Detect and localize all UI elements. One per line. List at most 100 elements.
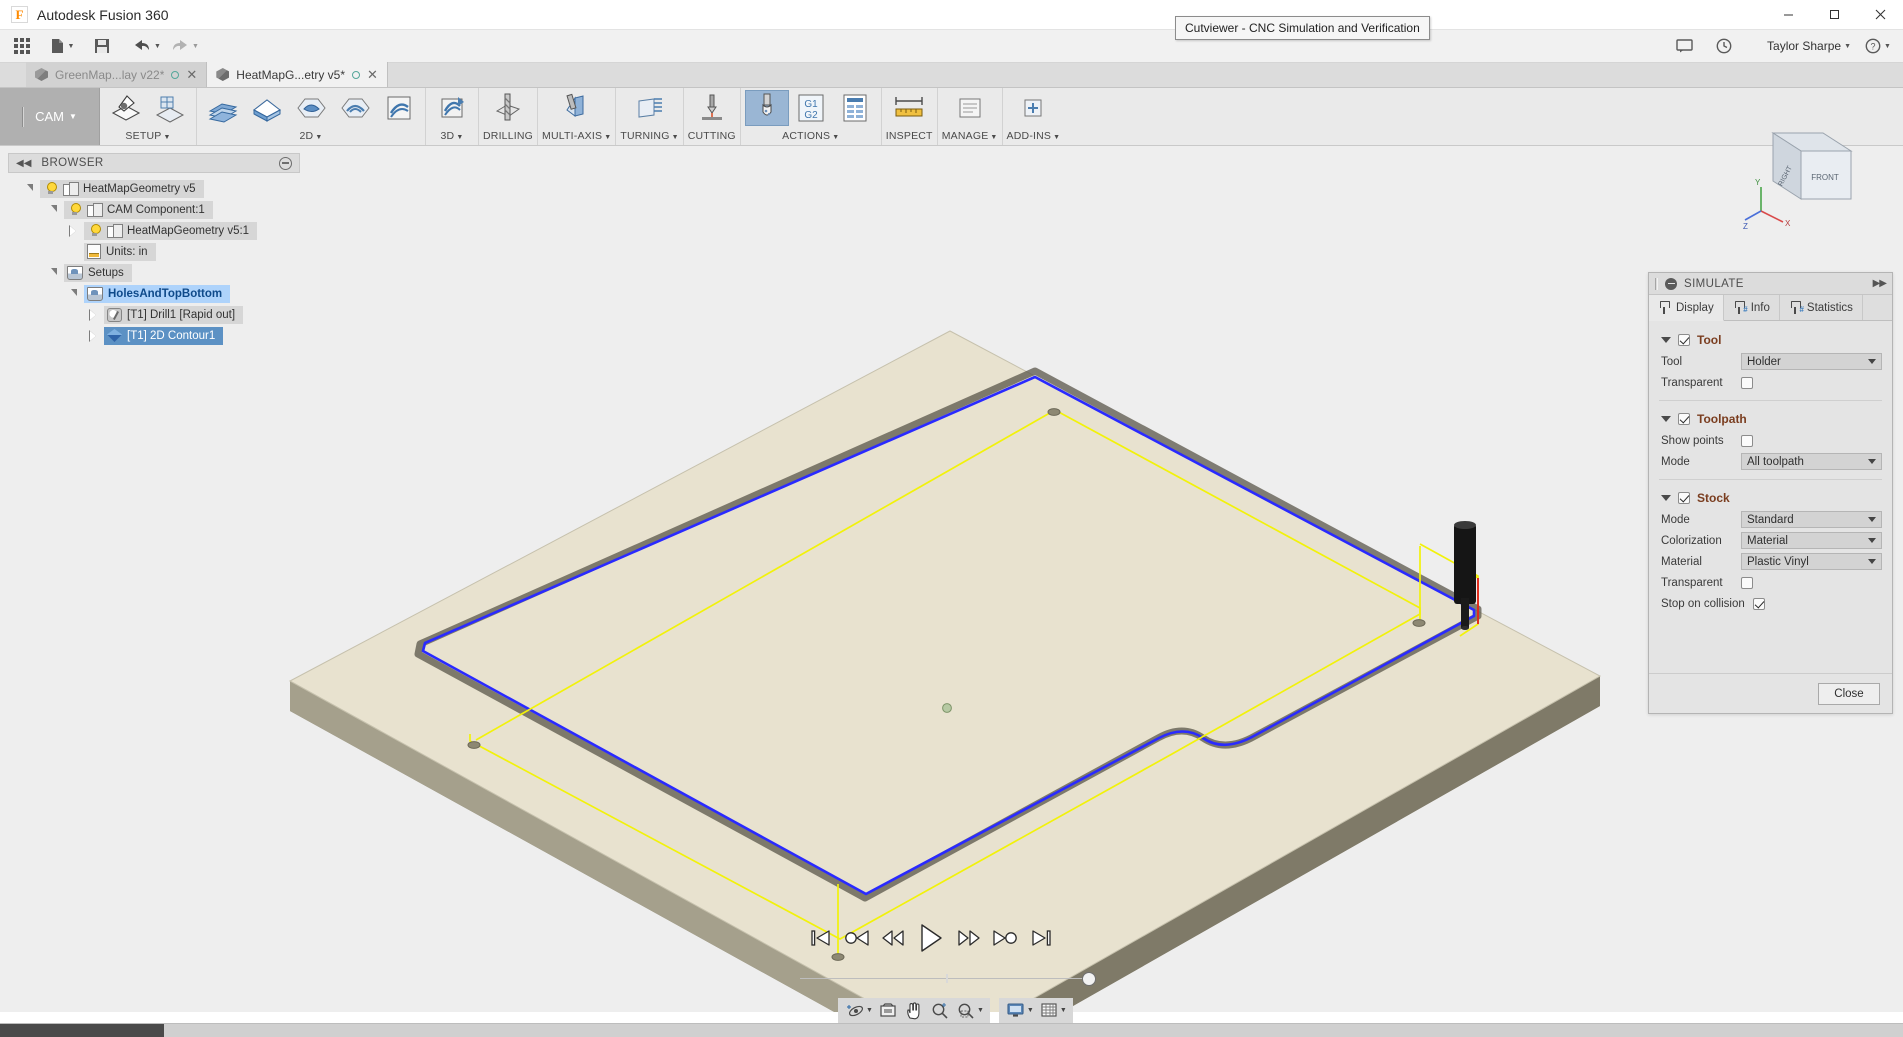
show-points-checkbox[interactable] [1741, 434, 1753, 447]
minimize-button[interactable] [1765, 0, 1811, 30]
stop-on-collision-checkbox[interactable] [1753, 597, 1765, 610]
tool-section-checkbox[interactable] [1678, 334, 1690, 346]
slot-button[interactable] [377, 90, 421, 126]
ribbon-group-label[interactable]: SETUP ▼ [125, 130, 170, 145]
expander-down-icon[interactable] [22, 184, 36, 191]
simulate-button[interactable] [744, 90, 789, 126]
section-header-tool[interactable]: Tool [1649, 329, 1892, 351]
contour-button[interactable] [289, 90, 333, 126]
panel-grip[interactable] [1655, 277, 1658, 290]
drilling-button[interactable] [486, 90, 530, 126]
ribbon-group-label[interactable]: INSPECT [886, 130, 933, 145]
toolpath-section-checkbox[interactable] [1678, 413, 1690, 425]
collapse-browser-icon[interactable]: ◀◀ [16, 158, 31, 169]
display-settings-button[interactable] [1003, 999, 1029, 1022]
multi-axis-button[interactable] [555, 90, 599, 126]
maximize-button[interactable] [1811, 0, 1857, 30]
chevron-down-icon[interactable]: ▼ [866, 1007, 873, 1014]
visibility-bulb-icon[interactable] [67, 202, 82, 217]
save-button[interactable] [89, 33, 115, 59]
redo-button[interactable]: ▼ [171, 33, 199, 59]
ribbon-group-label[interactable]: MULTI-AXIS ▼ [542, 130, 611, 145]
chevron-down-icon[interactable]: ▼ [1027, 1007, 1034, 1014]
step-forward-operation-button[interactable] [990, 923, 1020, 953]
section-header-toolpath[interactable]: Toolpath [1649, 408, 1892, 430]
face-button[interactable] [201, 90, 245, 126]
orbit-button[interactable] [842, 999, 868, 1022]
expander-right-icon[interactable] [86, 329, 100, 342]
material-select[interactable]: Plastic Vinyl [1741, 553, 1882, 570]
ribbon-group-label[interactable]: ADD-INS ▼ [1007, 130, 1061, 145]
visibility-bulb-icon[interactable] [43, 181, 58, 196]
section-header-stock[interactable]: Stock [1649, 487, 1892, 509]
tab-info[interactable]: # Info [1724, 295, 1780, 320]
skip-to-start-button[interactable] [806, 923, 836, 953]
toolpath-mode-select[interactable]: All toolpath [1741, 453, 1882, 470]
adaptive-clearing-button[interactable] [333, 90, 377, 126]
close-tab-icon[interactable]: ✕ [186, 68, 197, 81]
stock-transparent-checkbox[interactable] [1741, 576, 1753, 589]
new-folder-button[interactable] [148, 90, 192, 126]
tree-item-2d-contour1[interactable]: [T1] 2D Contour1 [8, 325, 308, 346]
add-ins-button[interactable] [1011, 90, 1055, 126]
zoom-window-button[interactable] [953, 999, 979, 1022]
job-status-button[interactable] [1711, 33, 1737, 59]
pan-button[interactable] [901, 999, 927, 1022]
user-account-menu[interactable]: Taylor Sharpe ▼ [1751, 33, 1851, 59]
panel-expand-icon[interactable]: ▶▶ [1873, 278, 1887, 289]
stock-section-checkbox[interactable] [1678, 492, 1690, 504]
chevron-down-icon[interactable]: ▼ [1060, 1007, 1067, 1014]
help-menu-button[interactable]: ? ▼ [1865, 33, 1891, 59]
manage-button[interactable] [948, 90, 992, 126]
undo-button[interactable]: ▼ [133, 33, 161, 59]
expander-down-icon[interactable] [46, 205, 60, 212]
play-button[interactable] [914, 921, 948, 955]
tree-item-cam-component[interactable]: CAM Component:1 [8, 199, 308, 220]
post-process-button[interactable]: G1 G2 [789, 90, 833, 126]
tree-item-setups[interactable]: Setups [8, 262, 308, 283]
grid-snaps-button[interactable] [1036, 999, 1062, 1022]
tab-statistics[interactable]: # Statistics [1780, 295, 1863, 320]
tree-item-holesandtopbottom[interactable]: HolesAndTopBottom [8, 283, 308, 304]
chevron-down-icon[interactable]: ▼ [977, 1007, 984, 1014]
chevron-down-icon[interactable] [1661, 416, 1671, 422]
browser-minimize-icon[interactable] [279, 156, 292, 170]
tree-item-heatmapgeometry-v5-1[interactable]: HeatMapGeometry v5:1 [8, 220, 308, 241]
zoom-button[interactable] [927, 999, 953, 1022]
setup-button[interactable] [104, 90, 148, 126]
look-at-button[interactable] [875, 999, 901, 1022]
tool-transparent-checkbox[interactable] [1741, 376, 1753, 389]
tool-select[interactable]: Holder [1741, 353, 1882, 370]
new-document-button[interactable]: ▼ [49, 33, 75, 59]
visibility-bulb-icon[interactable] [87, 223, 102, 238]
measure-button[interactable] [887, 90, 931, 126]
slider-handle[interactable] [1082, 972, 1096, 986]
ribbon-group-label[interactable]: 2D ▼ [300, 130, 323, 145]
expander-right-icon[interactable] [86, 308, 100, 321]
skip-to-end-button[interactable] [1026, 923, 1056, 953]
document-tab-heatmap[interactable]: HeatMapG...etry v5* ✕ [207, 62, 388, 87]
fast-forward-button[interactable] [954, 923, 984, 953]
adaptive-3d-button[interactable] [430, 90, 474, 126]
chevron-down-icon[interactable] [1661, 495, 1671, 501]
chevron-down-icon[interactable] [1661, 337, 1671, 343]
rewind-button[interactable] [878, 923, 908, 953]
comments-button[interactable] [1671, 33, 1697, 59]
app-grid-button[interactable] [9, 33, 35, 59]
turning-button[interactable] [628, 90, 672, 126]
expander-down-icon[interactable] [66, 289, 80, 296]
ribbon-group-label[interactable]: CUTTING [688, 130, 736, 145]
close-button[interactable]: Close [1818, 682, 1880, 705]
panel-collapse-icon[interactable] [1665, 277, 1677, 290]
tree-item-units[interactable]: Units: in [8, 241, 308, 262]
view-cube[interactable]: FRONT RIGHT Y X Z [1743, 125, 1863, 235]
ribbon-group-label[interactable]: 3D ▼ [441, 130, 464, 145]
document-tab-greenmap[interactable]: GreenMap...lay v22* ✕ [26, 62, 208, 87]
ribbon-group-label[interactable]: ACTIONS ▼ [782, 130, 839, 145]
simulation-progress-slider[interactable] [800, 972, 1096, 986]
ribbon-group-label[interactable]: DRILLING [483, 130, 533, 145]
colorization-select[interactable]: Material [1741, 532, 1882, 549]
close-tab-icon[interactable]: ✕ [367, 68, 378, 81]
workspace-switcher[interactable]: CAM ▼ [0, 88, 100, 145]
tree-item-heatmapgeometry-v5[interactable]: HeatMapGeometry v5 [8, 178, 308, 199]
